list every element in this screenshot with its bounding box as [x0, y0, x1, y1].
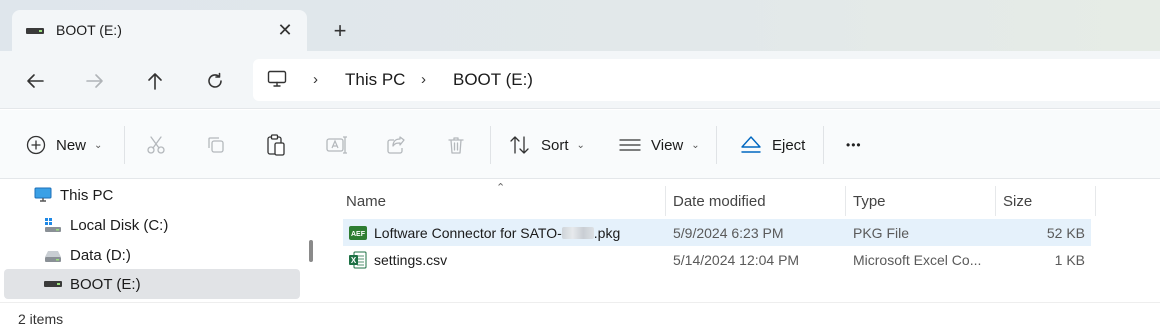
sidebar-item-local-disk-c[interactable]: Local Disk (C:) — [44, 210, 168, 240]
toolbar-divider — [823, 126, 824, 164]
new-tab-button[interactable]: + — [328, 20, 352, 44]
column-label: Type — [853, 192, 886, 210]
usb-drive-icon — [44, 281, 62, 287]
status-bar: 2 items — [0, 302, 1160, 333]
column-header-name[interactable]: ⌃ Name — [323, 182, 665, 216]
rename-icon — [326, 136, 347, 154]
sidebar-item-this-pc[interactable]: This PC — [34, 180, 113, 210]
monitor-icon[interactable] — [267, 70, 287, 91]
copy-button[interactable] — [206, 130, 226, 160]
share-icon — [387, 136, 405, 154]
back-button[interactable] — [19, 65, 51, 97]
up-button[interactable] — [139, 65, 171, 97]
eject-label: Eject — [772, 136, 806, 154]
sidebar-item-label: Data (D:) — [70, 246, 131, 264]
command-bar: New ⌄ Sort ⌄ View ⌄ Eject ••• — [0, 110, 1160, 179]
sort-label: Sort — [541, 136, 569, 154]
toolbar-divider — [716, 126, 717, 164]
breadcrumb-separator[interactable]: › — [421, 71, 426, 88]
toolbar-divider — [124, 126, 125, 164]
arrow-left-icon — [27, 74, 44, 88]
more-options-button[interactable]: ••• — [846, 130, 862, 160]
file-date: 5/9/2024 6:23 PM — [673, 224, 784, 241]
tab-boot-e[interactable]: BOOT (E:) ✕ — [12, 10, 307, 51]
paste-button[interactable] — [266, 130, 286, 160]
title-bar: BOOT (E:) ✕ + — [0, 0, 1160, 51]
file-name: Loftware Connector for SATO- .pkg — [374, 219, 620, 246]
copy-icon — [208, 137, 224, 153]
eject-icon — [741, 136, 761, 153]
monitor-icon — [34, 187, 52, 202]
chevron-down-icon: ⌄ — [94, 139, 103, 151]
toolbar-divider — [490, 126, 491, 164]
arrow-up-icon — [148, 73, 162, 90]
chevron-down-icon: ⌄ — [691, 139, 700, 151]
file-name: settings.csv — [374, 251, 448, 268]
new-label: New — [56, 136, 87, 154]
delete-button[interactable] — [446, 130, 466, 160]
arrow-right-icon — [86, 74, 103, 88]
file-row-pkg[interactable]: AEF Loftware Connector for SATO- .pkg 5/9… — [343, 219, 1091, 246]
column-header-size[interactable]: Size — [996, 186, 1095, 216]
file-type: PKG File — [853, 224, 910, 241]
sidebar-item-data-d[interactable]: Data (D:) — [44, 240, 131, 270]
plus-circle-icon — [26, 135, 46, 155]
share-button[interactable] — [386, 130, 406, 160]
view-label: View — [651, 136, 684, 154]
column-header-date[interactable]: Date modified — [666, 186, 845, 216]
sort-button[interactable]: Sort ⌄ — [509, 130, 585, 160]
chevron-down-icon: ⌄ — [576, 139, 585, 151]
view-button[interactable]: View ⌄ — [619, 130, 700, 160]
column-label: Size — [1003, 192, 1033, 210]
clipboard-icon — [267, 134, 285, 156]
sidebar-item-label: This PC — [60, 186, 114, 204]
close-tab-icon[interactable]: ✕ — [274, 20, 296, 42]
refresh-button[interactable] — [199, 65, 231, 97]
refresh-icon — [208, 72, 222, 88]
item-count: 2 items — [18, 311, 64, 327]
file-list: ⌃ Name Date modified Type Size AEF Loftw… — [323, 180, 1160, 302]
sort-icon — [510, 136, 529, 154]
file-date: 5/14/2024 12:04 PM — [673, 251, 800, 268]
column-label: Date modified — [673, 192, 766, 210]
trash-icon — [448, 137, 464, 154]
rename-button[interactable] — [326, 130, 348, 160]
address-bar[interactable]: › This PC › BOOT (E:) — [253, 59, 1160, 101]
eject-button[interactable]: Eject — [740, 130, 805, 160]
pkg-file-icon: AEF — [349, 219, 367, 246]
svg-text:X: X — [351, 256, 357, 265]
sort-ascending-icon: ⌃ — [496, 182, 506, 194]
breadcrumb-separator[interactable]: › — [313, 71, 318, 88]
file-name-prefix: Loftware Connector for SATO- — [374, 224, 562, 241]
drive-icon — [45, 251, 61, 262]
navpane-scrollbar[interactable] — [309, 240, 313, 262]
redacted-text — [561, 226, 594, 239]
svg-text:AEF: AEF — [351, 231, 366, 238]
drive-icon — [26, 28, 44, 34]
new-button[interactable]: New ⌄ — [26, 130, 102, 160]
sidebar-item-label: Local Disk (C:) — [70, 216, 169, 234]
file-row-csv[interactable]: X settings.csv 5/14/2024 12:04 PM Micros… — [343, 246, 1091, 273]
column-divider[interactable] — [1095, 186, 1096, 216]
excel-file-icon: X — [349, 246, 367, 273]
view-icon — [619, 139, 641, 151]
navigation-pane: This PC Local Disk (C:) Data (D:) BOOT (… — [0, 180, 322, 302]
sidebar-item-boot-e[interactable]: BOOT (E:) — [4, 269, 300, 299]
column-label: Name — [346, 192, 387, 210]
tab-title: BOOT (E:) — [56, 22, 122, 38]
file-size: 52 KB — [1046, 224, 1085, 241]
file-name-suffix: .pkg — [593, 224, 621, 241]
navigation-bar: › This PC › BOOT (E:) — [0, 51, 1160, 109]
windows-drive-icon — [45, 218, 61, 232]
scissors-icon — [147, 136, 165, 154]
forward-button[interactable] — [79, 65, 111, 97]
column-header-type[interactable]: Type — [846, 186, 995, 216]
breadcrumb-boot-e[interactable]: BOOT (E:) — [453, 70, 533, 90]
file-type: Microsoft Excel Co... — [853, 251, 982, 268]
cut-button[interactable] — [146, 130, 166, 160]
breadcrumb-this-pc[interactable]: This PC — [345, 70, 405, 90]
sidebar-item-label: BOOT (E:) — [70, 275, 141, 293]
file-size: 1 KB — [1054, 251, 1085, 268]
